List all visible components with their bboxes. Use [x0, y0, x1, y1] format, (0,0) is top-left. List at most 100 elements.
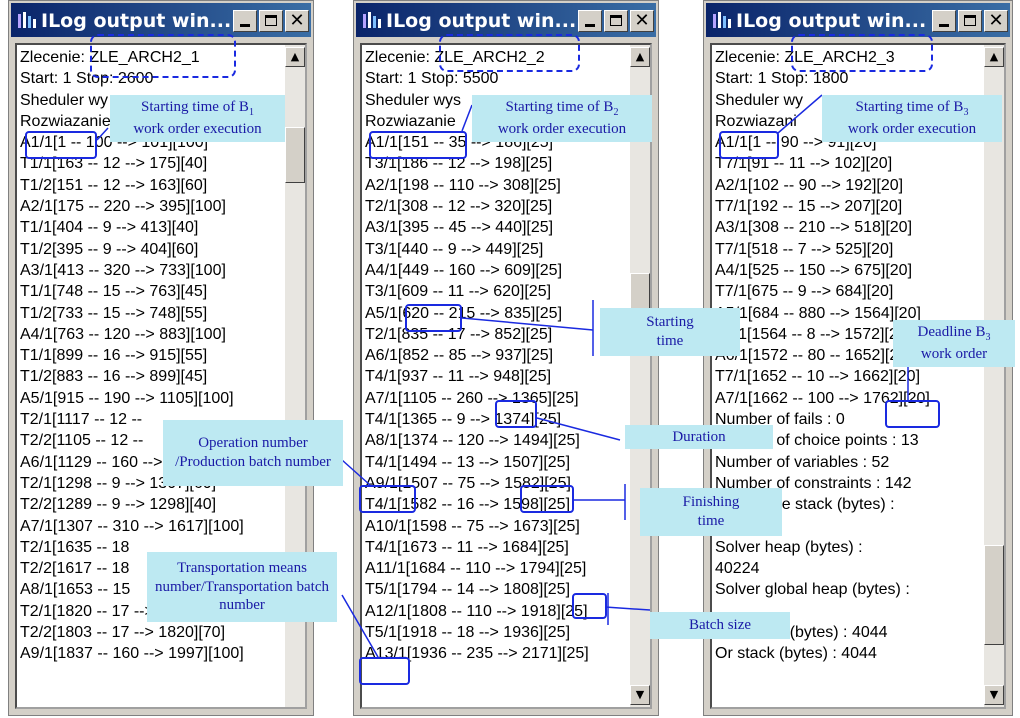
- arrow-up-icon: ▲: [290, 50, 300, 63]
- close-button[interactable]: ✕: [285, 10, 309, 32]
- annotation-transport-number: Transportation means number/Transportati…: [147, 552, 337, 622]
- vertical-scrollbar[interactable]: ▲ ▼: [984, 45, 1004, 707]
- title-bar[interactable]: ILog output win... ✕: [706, 3, 1010, 37]
- log-line: T5/1[1918 -- 18 --> 1936][25]: [365, 624, 571, 642]
- log-line: A9/1[1837 -- 160 --> 1997][100]: [20, 645, 244, 663]
- maximize-button[interactable]: [259, 10, 283, 32]
- close-button[interactable]: ✕: [630, 10, 654, 32]
- log-line: A4/1[525 -- 150 --> 675][20]: [715, 261, 913, 279]
- log-line: A4/1[763 -- 120 --> 883][100]: [20, 325, 226, 343]
- log-line: T1/2[733 -- 15 --> 748][55]: [20, 304, 208, 322]
- starting-time-box: [405, 304, 462, 332]
- app-icon: [363, 12, 381, 28]
- maximize-button[interactable]: [604, 10, 628, 32]
- close-icon: ✕: [634, 10, 650, 31]
- minimize-button[interactable]: [578, 10, 602, 32]
- arrow-down-icon: ▼: [989, 688, 999, 701]
- order-id-highlight-2: [439, 34, 580, 72]
- maximize-icon: [265, 15, 277, 26]
- window-title: ILog output win...: [41, 10, 231, 32]
- duration-box: [495, 400, 537, 428]
- log-line: A2/1[175 -- 220 --> 395][100]: [20, 198, 226, 216]
- log-line: Number of variables : 52: [715, 453, 890, 471]
- annotation-deadline: Deadline B3 work order: [893, 320, 1015, 367]
- close-button[interactable]: ✕: [984, 10, 1008, 32]
- log-line: T7/1[518 -- 7 --> 525][20]: [715, 240, 894, 258]
- log-line: A3/1[413 -- 320 --> 733][100]: [20, 261, 226, 279]
- log-line: T2/2[1803 -- 17 --> 1820][70]: [20, 624, 226, 642]
- log-line: T1/2[151 -- 12 --> 163][60]: [20, 176, 208, 194]
- log-line: A7/1[1662 -- 100 --> 1762][20]: [715, 389, 930, 407]
- log-line: A5/1[915 -- 190 --> 1105][100]: [20, 389, 234, 407]
- start-time-box-2: [369, 131, 467, 159]
- maximize-icon: [964, 15, 976, 26]
- log-line: A10/1[1598 -- 75 --> 1673][25]: [365, 517, 580, 535]
- log-line: T3/1[609 -- 11 --> 620][25]: [365, 283, 552, 301]
- log-line: A4/1[449 -- 160 --> 609][25]: [365, 261, 563, 279]
- scroll-up-button[interactable]: ▲: [285, 47, 305, 67]
- minimize-button[interactable]: [932, 10, 956, 32]
- transport-number-box: [359, 657, 410, 685]
- log-line: A2/1[198 -- 110 --> 308][25]: [365, 176, 561, 194]
- minimize-icon: [939, 24, 949, 27]
- arrow-up-icon: ▲: [989, 50, 999, 63]
- start-time-box-3: [719, 131, 779, 159]
- log-line: A3/1[308 -- 210 --> 518][20]: [715, 219, 913, 237]
- app-icon: [713, 12, 731, 28]
- log-line: A6/1[852 -- 85 --> 937][25]: [365, 347, 554, 365]
- window-title: ILog output win...: [736, 10, 926, 32]
- minimize-button[interactable]: [233, 10, 257, 32]
- title-bar[interactable]: ILog output win... ✕: [356, 3, 656, 37]
- log-line: T1/1[748 -- 15 --> 763][45]: [20, 283, 208, 301]
- scroll-down-button[interactable]: ▼: [984, 685, 1004, 705]
- window-title: ILog output win...: [386, 10, 576, 32]
- finishing-time-box: [520, 485, 574, 513]
- log-line: T7/1[675 -- 9 --> 684][20]: [715, 283, 894, 301]
- scroll-up-button[interactable]: ▲: [630, 47, 650, 67]
- log-line: A8/1[1374 -- 120 --> 1494][25]: [365, 432, 580, 450]
- log-line: T1/2[883 -- 16 --> 899][45]: [20, 368, 208, 386]
- deadline-box: [885, 400, 940, 428]
- log-line: T1/2[395 -- 9 --> 404][60]: [20, 240, 199, 258]
- log-line: A2/1[102 -- 90 --> 192][20]: [715, 176, 904, 194]
- maximize-button[interactable]: [958, 10, 982, 32]
- log-line: A3/1[395 -- 45 --> 440][25]: [365, 219, 554, 237]
- annotation-start-b3: Starting time of B3 work order execution: [822, 95, 1002, 142]
- log-line: T2/2[1289 -- 9 --> 1298][40]: [20, 496, 217, 514]
- scroll-up-button[interactable]: ▲: [984, 47, 1004, 67]
- scroll-thumb[interactable]: [984, 545, 1004, 645]
- batch-size-box: [572, 593, 607, 619]
- log-line: T4/1[937 -- 11 --> 948][25]: [365, 368, 552, 386]
- log-line: A11/1[1684 -- 110 --> 1794][25]: [365, 560, 587, 578]
- annotation-duration: Duration: [625, 425, 773, 449]
- annotation-start-b2: Starting time of B2 work order execution: [472, 95, 652, 142]
- log-line: Solver heap (bytes) :: [715, 538, 863, 556]
- close-icon: ✕: [988, 10, 1004, 31]
- log-line: T4/1[1494 -- 13 --> 1507][25]: [365, 453, 571, 471]
- operation-number-box: [359, 485, 416, 513]
- annotation-starting-time: Starting time: [600, 308, 740, 356]
- log-line: T2/1[308 -- 12 --> 320][25]: [365, 198, 553, 216]
- log-line: Solver global heap (bytes) :: [715, 581, 910, 599]
- vertical-scrollbar[interactable]: ▲ ▼: [630, 45, 650, 707]
- title-bar[interactable]: ILog output win... ✕: [11, 3, 311, 37]
- log-line: T7/1[192 -- 15 --> 207][20]: [715, 198, 903, 216]
- log-line: T7/1[1652 -- 10 --> 1662][20]: [715, 368, 921, 386]
- annotation-operation-number: Operation number /Production batch numbe…: [163, 420, 343, 486]
- log-line: T4/1[1673 -- 11 --> 1684][25]: [365, 538, 569, 556]
- scroll-down-button[interactable]: ▼: [630, 685, 650, 705]
- close-icon: ✕: [289, 10, 305, 31]
- log-line: T3/1[440 -- 9 --> 449][25]: [365, 240, 544, 258]
- minimize-icon: [240, 24, 250, 27]
- log-line: 40224: [715, 560, 760, 578]
- order-id-highlight-1: [90, 34, 236, 78]
- annotation-finishing-time: Finishing time: [640, 488, 782, 536]
- order-id-highlight-3: [791, 34, 933, 72]
- log-line: T1/1[899 -- 16 --> 915][55]: [20, 347, 208, 365]
- log-line: Or stack (bytes) : 4044: [715, 645, 877, 663]
- log-line: T1/1[404 -- 9 --> 413][40]: [20, 219, 199, 237]
- app-icon: [18, 12, 36, 28]
- scroll-thumb[interactable]: [285, 127, 305, 183]
- annotation-start-b1: Starting time of B1 work order execution: [110, 95, 285, 142]
- start-time-box-1: [25, 131, 97, 159]
